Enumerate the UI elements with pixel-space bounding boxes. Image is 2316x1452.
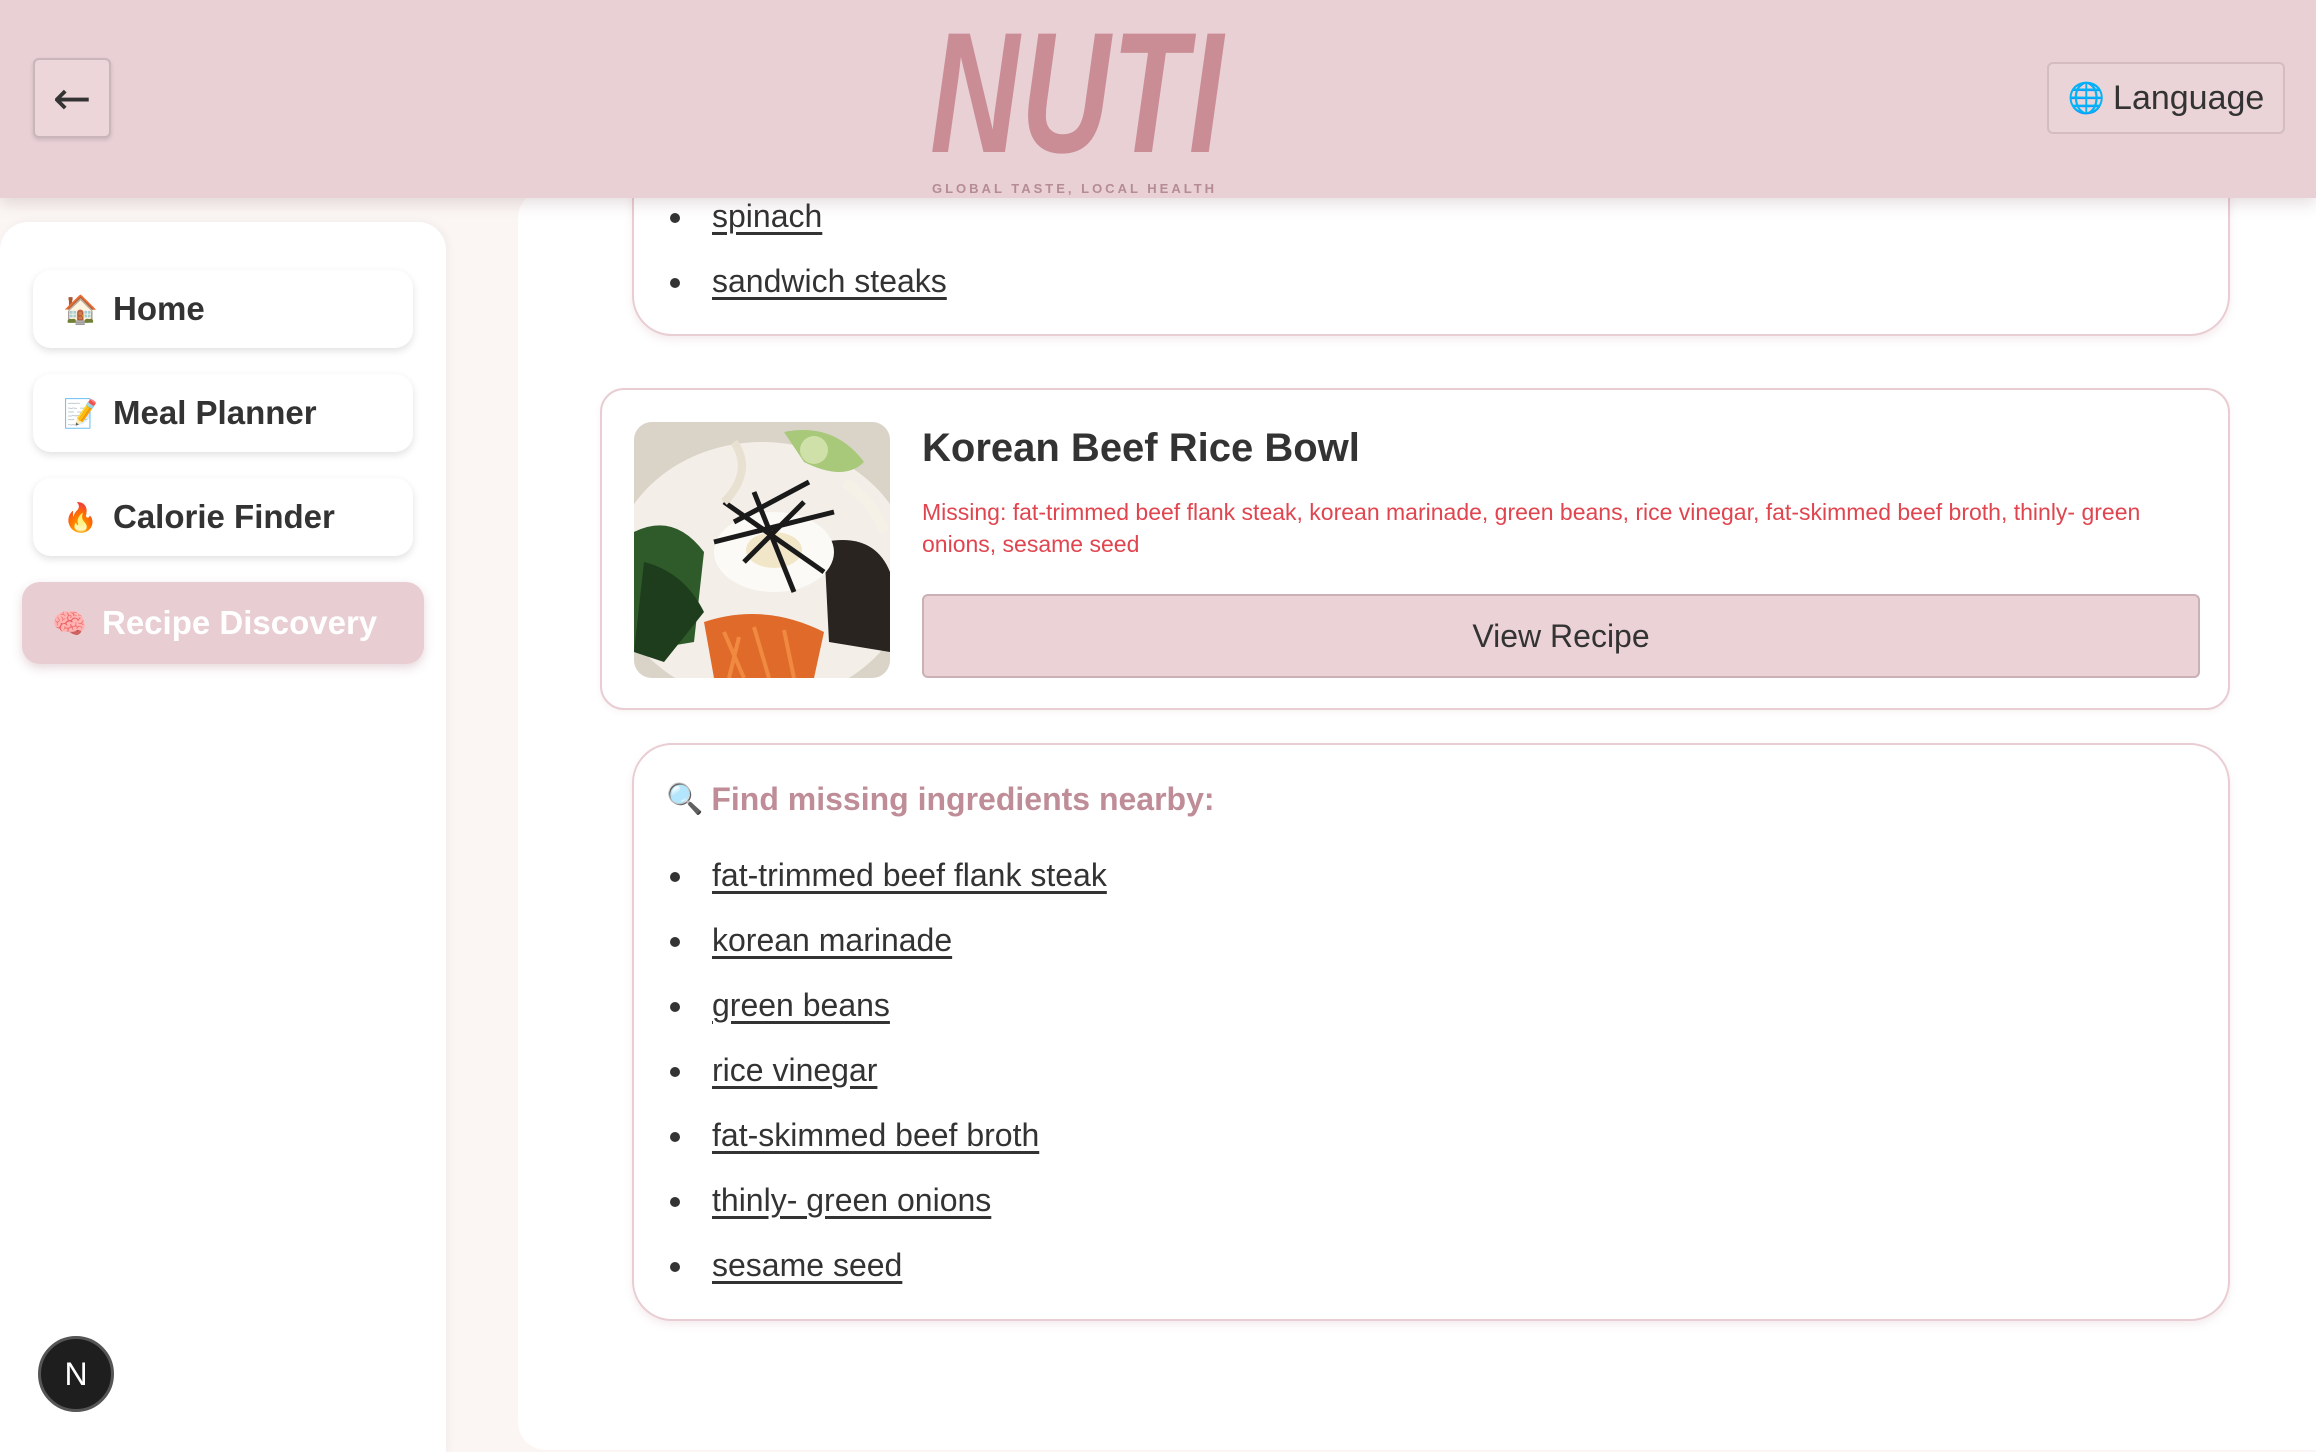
ingredient-link[interactable]: green beans	[712, 987, 890, 1024]
ingredient-link[interactable]: fat-trimmed beef flank steak	[712, 857, 1107, 894]
back-arrow-icon: ←	[52, 71, 92, 125]
app-logo[interactable]: NUTI GLOBAL TASTE, LOCAL HEALTH	[930, 0, 1290, 196]
list-item: green beans	[664, 973, 1107, 1038]
ingredient-link[interactable]: thinly- green onions	[712, 1182, 991, 1219]
ingredient-link[interactable]: spinach	[712, 198, 822, 235]
brain-icon: 🧠	[52, 606, 87, 640]
fire-icon: 🔥	[63, 500, 98, 534]
sidebar-item-label: Home	[113, 290, 205, 327]
logo-wordmark: NUTI	[930, 0, 1225, 189]
recipe-card: Korean Beef Rice Bowl Missing: fat-trimm…	[600, 388, 2230, 710]
globe-icon: 🌐	[2067, 80, 2106, 116]
sidebar-item-recipe-discovery[interactable]: 🧠 Recipe Discovery	[22, 582, 424, 664]
sidebar-item-label: Meal Planner	[113, 394, 317, 431]
recipe-title: Korean Beef Rice Bowl	[922, 426, 1360, 470]
list-item: sandwich steaks	[664, 249, 947, 314]
list-item: fat-trimmed beef flank steak	[664, 843, 1107, 908]
view-recipe-button[interactable]: View Recipe	[922, 594, 2200, 678]
missing-ingredients-heading: 🔍 Find missing ingredients nearby:	[666, 781, 1215, 818]
sidebar-item-label: Calorie Finder	[113, 498, 335, 535]
recipe-missing-ingredients: Missing: fat-trimmed beef flank steak, k…	[922, 499, 2141, 557]
bibimbap-photo	[634, 422, 890, 678]
top-header: ← NUTI GLOBAL TASTE, LOCAL HEALTH 🌐 Lang…	[0, 0, 2316, 198]
missing-ingredients-card: 🔍 Find missing ingredients nearby: fat-t…	[632, 743, 2230, 1321]
memo-icon: 📝	[63, 396, 98, 430]
ingredient-link[interactable]: sesame seed	[712, 1247, 902, 1284]
house-icon: 🏠	[63, 292, 98, 326]
list-item: sesame seed	[664, 1233, 1107, 1298]
list-item: thinly- green onions	[664, 1168, 1107, 1233]
logo-tagline: GLOBAL TASTE, LOCAL HEALTH	[932, 181, 1218, 196]
missing-heading-label: Find missing ingredients nearby:	[711, 781, 1215, 817]
sidebar-item-home[interactable]: 🏠 Home	[33, 270, 413, 348]
sidebar-item-calorie-finder[interactable]: 🔥 Calorie Finder	[33, 478, 413, 556]
sidebar-item-label: Recipe Discovery	[102, 604, 378, 641]
sidebar-item-meal-planner[interactable]: 📝 Meal Planner	[33, 374, 413, 452]
dev-tools-badge[interactable]: N	[38, 1336, 114, 1412]
previous-ingredient-list: spinach sandwich steaks	[664, 184, 947, 314]
language-label: Language	[2113, 78, 2265, 117]
ingredient-link[interactable]: rice vinegar	[712, 1052, 877, 1089]
missing-ingredient-list: fat-trimmed beef flank steak korean mari…	[664, 843, 1107, 1298]
back-button[interactable]: ←	[33, 58, 111, 138]
ingredient-link[interactable]: korean marinade	[712, 922, 952, 959]
list-item: fat-skimmed beef broth	[664, 1103, 1107, 1168]
list-item: korean marinade	[664, 908, 1107, 973]
language-button[interactable]: 🌐 Language	[2047, 62, 2285, 134]
magnifier-icon: 🔍	[666, 782, 704, 817]
ingredient-link[interactable]: sandwich steaks	[712, 263, 947, 300]
ingredient-link[interactable]: fat-skimmed beef broth	[712, 1117, 1039, 1154]
list-item: rice vinegar	[664, 1038, 1107, 1103]
recipe-image	[634, 422, 890, 678]
